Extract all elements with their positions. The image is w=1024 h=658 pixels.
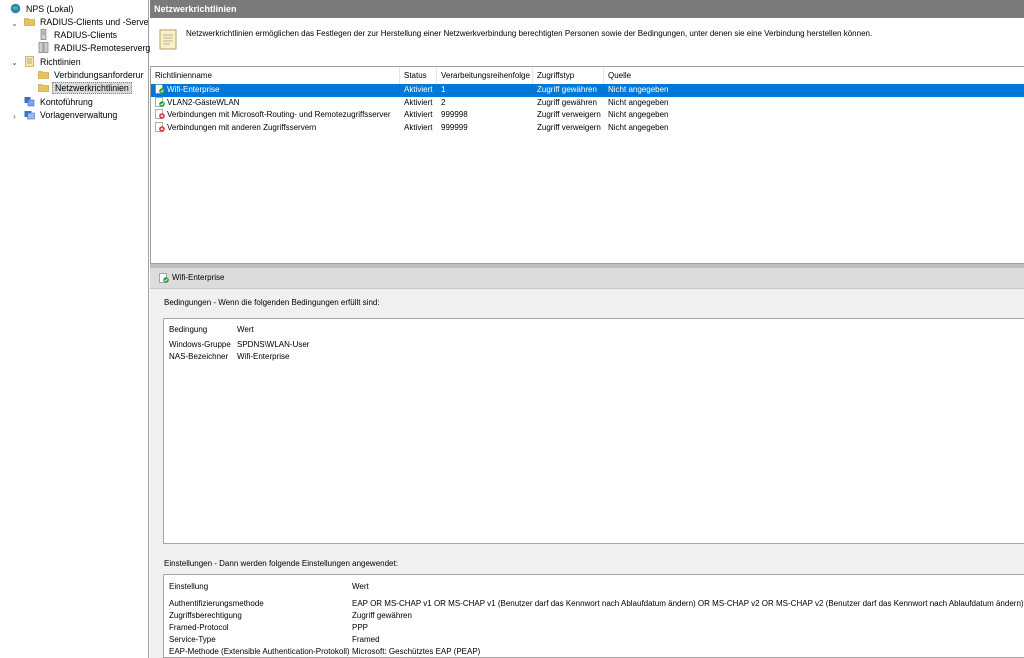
document-icon xyxy=(159,27,179,53)
nps-server-icon xyxy=(10,3,21,14)
setting-value: PPP xyxy=(352,623,369,632)
setting-name: Service-Type xyxy=(169,635,216,644)
description-text: Netzwerkrichtlinien ermöglichen das Fest… xyxy=(186,29,873,38)
tree-item-radius-remote-server-groups[interactable]: RADIUS-Remoteserverg xyxy=(38,42,152,55)
tree-item-connection-request-policies[interactable]: Verbindungsanforderur xyxy=(38,69,146,82)
condition-name: NAS-Bezeichner xyxy=(169,352,229,361)
policy-row[interactable]: Verbindungen mit Microsoft-Routing- und … xyxy=(151,109,1024,122)
column-header-source[interactable]: Quelle xyxy=(604,67,1024,84)
setting-name: Framed-Protocol xyxy=(169,623,229,632)
settings-box[interactable]: Einstellung Wert Authentifizierungsmetho… xyxy=(163,574,1024,658)
chevron-down-icon[interactable]: ⌄ xyxy=(10,17,19,30)
column-header-access-type[interactable]: Zugriffstyp xyxy=(533,67,604,84)
conditions-box[interactable]: Bedingung Wert Windows-Gruppe SPDNS\WLAN… xyxy=(163,318,1024,544)
conditions-header-condition: Bedingung xyxy=(169,325,208,334)
setting-name: Zugriffsberechtigung xyxy=(169,611,242,620)
setting-name: EAP-Methode (Extensible Authentication-P… xyxy=(169,647,350,656)
chevron-right-icon[interactable]: › xyxy=(10,110,19,123)
policy-row[interactable]: Wifi-Enterprise Aktiviert 1 Zugriff gewä… xyxy=(151,84,1024,97)
policy-name: VLAN2-GästeWLAN xyxy=(167,97,240,107)
column-header-order[interactable]: Verarbeitungsreihenfolge xyxy=(437,67,533,84)
folder-icon xyxy=(38,82,49,93)
chevron-down-icon[interactable]: ⌄ xyxy=(10,56,19,69)
policy-access-type: Zugriff verweigern xyxy=(537,122,601,132)
conditions-label: Bedingungen - Wenn die folgenden Bedingu… xyxy=(164,298,380,307)
conditions-header-value: Wert xyxy=(237,325,254,334)
condition-name: Windows-Gruppe xyxy=(169,340,231,349)
description-panel: Netzwerkrichtlinien ermöglichen das Fest… xyxy=(150,18,1024,67)
policy-name: Verbindungen mit anderen Zugriffsservern xyxy=(167,122,317,132)
policy-source: Nicht angegeben xyxy=(608,110,669,119)
allow-policy-icon xyxy=(155,96,165,107)
folder-icon xyxy=(24,16,35,27)
policy-access-type: Zugriff gewähren xyxy=(537,97,597,107)
policy-source: Nicht angegeben xyxy=(608,85,669,94)
tree-item-nps-root[interactable]: NPS (Lokal) xyxy=(10,3,75,16)
column-header-name[interactable]: Richtlinienname xyxy=(151,67,400,84)
tree-item-policies[interactable]: Richtlinien xyxy=(24,56,83,69)
allow-policy-icon xyxy=(159,273,169,285)
policy-access-type: Zugriff verweigern xyxy=(537,110,601,119)
policy-order: 999998 xyxy=(441,110,468,119)
settings-header-value: Wert xyxy=(352,582,369,591)
tree-item-network-policies[interactable]: Netzwerkrichtlinien xyxy=(38,82,132,95)
deny-policy-icon xyxy=(155,121,165,132)
policy-order: 1 xyxy=(441,85,446,94)
setting-value: Framed xyxy=(352,635,380,644)
accounting-icon xyxy=(24,96,35,107)
policy-status: Aktiviert xyxy=(404,97,433,107)
tree-item-radius-clients-servers[interactable]: RADIUS-Clients und -Serve xyxy=(24,16,151,29)
setting-value: Zugriff gewähren xyxy=(352,611,412,620)
policy-source: Nicht angegeben xyxy=(608,97,669,107)
deny-policy-icon xyxy=(155,109,165,119)
policy-name: Verbindungen mit Microsoft-Routing- und … xyxy=(167,110,391,119)
policy-status: Aktiviert xyxy=(404,85,433,94)
page-title: Netzwerkrichtlinien xyxy=(150,0,1024,18)
server-group-icon xyxy=(38,42,49,53)
tree-item-accounting[interactable]: Kontoführung xyxy=(24,96,95,109)
server-icon xyxy=(38,29,49,40)
setting-value: EAP OR MS-CHAP v1 OR MS-CHAP v1 (Benutze… xyxy=(352,599,1024,608)
folder-icon xyxy=(38,69,49,80)
column-header-status[interactable]: Status xyxy=(400,67,437,84)
policy-row[interactable]: Verbindungen mit anderen Zugriffsservern… xyxy=(151,121,1024,135)
policy-detail-pane: Wifi-Enterprise Bedingungen - Wenn die f… xyxy=(150,268,1024,658)
condition-value: SPDNS\WLAN-User xyxy=(237,340,310,349)
detail-title: Wifi-Enterprise xyxy=(172,273,225,282)
console-tree: NPS (Lokal) ⌄ RADIUS-Clients und -Serve … xyxy=(0,0,152,658)
templates-icon xyxy=(24,109,35,120)
policies-icon xyxy=(24,56,35,67)
settings-header-setting: Einstellung xyxy=(169,582,209,591)
policy-name: Wifi-Enterprise xyxy=(167,85,220,94)
detail-header: Wifi-Enterprise xyxy=(150,268,1024,289)
policy-list[interactable]: Richtlinienname Status Verarbeitungsreih… xyxy=(150,66,1024,264)
tree-item-templates[interactable]: Vorlagenverwaltung xyxy=(24,109,119,122)
setting-value: Microsoft: Geschütztes EAP (PEAP) xyxy=(352,647,481,656)
policy-access-type: Zugriff gewähren xyxy=(537,85,597,94)
policy-row[interactable]: VLAN2-GästeWLAN Aktiviert 2 Zugriff gewä… xyxy=(151,96,1024,110)
policy-order: 999999 xyxy=(441,122,468,132)
policy-order: 2 xyxy=(441,97,446,107)
setting-name: Authentifizierungsmethode xyxy=(169,599,264,608)
policy-status: Aktiviert xyxy=(404,110,433,119)
policy-status: Aktiviert xyxy=(404,122,433,132)
allow-policy-icon xyxy=(155,84,165,94)
tree-item-radius-clients[interactable]: RADIUS-Clients xyxy=(38,29,119,42)
policy-list-header: Richtlinienname Status Verarbeitungsreih… xyxy=(151,67,1024,85)
policy-source: Nicht angegeben xyxy=(608,122,669,132)
condition-value: Wifi-Enterprise xyxy=(237,352,290,361)
settings-label: Einstellungen - Dann werden folgende Ein… xyxy=(164,559,398,568)
